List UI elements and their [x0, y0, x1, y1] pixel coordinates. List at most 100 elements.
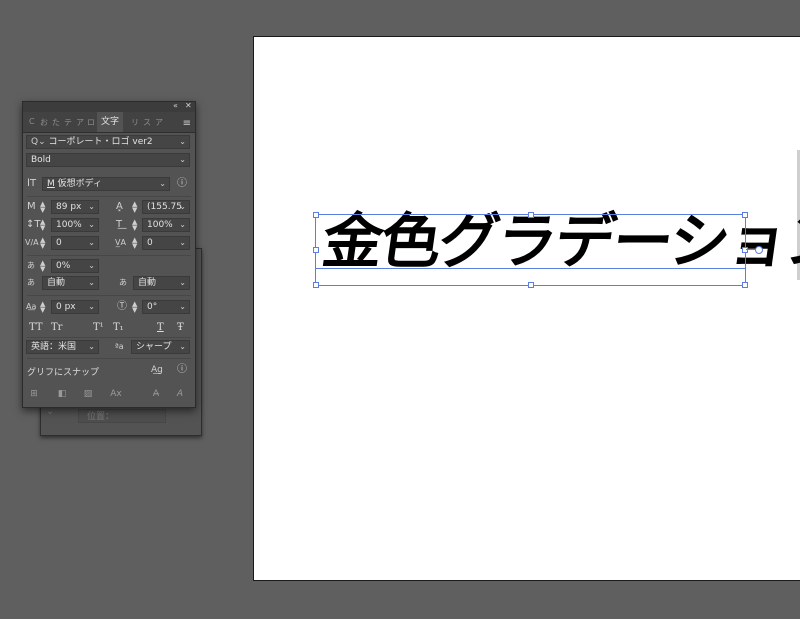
handle-middle-left[interactable] [313, 247, 319, 253]
chevron-down-icon: ⌄ [88, 278, 95, 287]
tab-character[interactable]: 文字 [97, 112, 124, 132]
tracking-icon: V̲A [115, 238, 126, 247]
tracking-stepper-down[interactable]: ▼ [132, 243, 137, 250]
tab-a[interactable]: ア [76, 117, 84, 128]
panel-tabs: C お た テ ア ロ 文字 リ ス ア ≡ [23, 112, 195, 133]
font-size-label-icon: ⵏT [27, 178, 37, 189]
subscript-button[interactable]: T₁ [113, 322, 124, 333]
snap-glyph-icon[interactable]: A͟g [151, 364, 163, 376]
handle-bottom-right[interactable] [742, 282, 748, 288]
horizontal-scale-value: 100% [147, 220, 173, 230]
kerning-input[interactable]: 0 ⌄ [51, 236, 99, 250]
tab-te[interactable]: テ [64, 117, 72, 128]
language-select[interactable]: 英語：米国 ⌄ [26, 340, 99, 354]
chevron-down-icon: ⌄ [88, 202, 95, 211]
indicator-icon: M [47, 179, 55, 189]
tsume-input[interactable]: 0% ⌄ [51, 259, 99, 273]
aki-right-icon: あ [119, 278, 127, 287]
tab-su[interactable]: ス [143, 117, 151, 128]
chevron-down-icon: ⌄ [179, 278, 186, 287]
leading-input[interactable]: (155.75 ⌄ [142, 200, 190, 214]
kerning-value: 0 [56, 238, 62, 248]
handle-middle-right[interactable] [742, 247, 748, 253]
artboard[interactable] [253, 36, 800, 581]
small-caps-button[interactable]: Tr [51, 322, 62, 333]
angle-glyph-button[interactable]: A̶ [149, 388, 163, 400]
vertical-scale-icon: ↕T [26, 219, 41, 230]
rotation-stepper-down[interactable]: ▼ [132, 307, 137, 314]
handle-top-left[interactable] [313, 212, 319, 218]
strikethrough-button[interactable]: Ŧ [177, 322, 184, 333]
baseline-shift-icon: A͟a [26, 302, 37, 311]
aki-right-value: 自動 [138, 278, 157, 288]
text-out-port-line [746, 249, 755, 250]
character-panel: « ✕ C お た テ ア ロ 文字 リ ス ア ≡ Q⌄ コーポレート・ロゴ … [22, 101, 196, 408]
panel-titlebar[interactable]: « ✕ [23, 101, 195, 112]
tab-color[interactable]: C [29, 117, 35, 126]
font-style-value: Bold [31, 155, 51, 165]
position-field[interactable]: 位置： [78, 409, 166, 423]
text-out-port[interactable] [755, 246, 763, 254]
ax-glyph-button[interactable]: Ax [109, 388, 123, 400]
info-icon[interactable]: ⓘ [177, 178, 187, 190]
underline-button[interactable]: T [157, 322, 164, 333]
rotation-icon: Ⓣ [117, 301, 127, 312]
vertical-scale-stepper-down[interactable]: ▼ [40, 225, 45, 232]
font-family-select[interactable]: Q⌄ コーポレート・ロゴ ver2 ⌄ [26, 135, 190, 149]
tab-a2[interactable]: ア [155, 117, 163, 128]
tracking-input[interactable]: 0 ⌄ [142, 236, 190, 250]
align-glyph-button-1[interactable]: ⊞ [27, 388, 41, 400]
baseline-shift-input[interactable]: 0 px ⌄ [51, 300, 99, 314]
language-value: 英語：米国 [31, 342, 77, 352]
collapse-icon[interactable]: « [173, 101, 178, 110]
baseline-shift-value: 0 px [56, 302, 76, 312]
aki-left-select[interactable]: 自動 ⌄ [42, 276, 99, 290]
leading-icon: A͓ [116, 201, 123, 212]
tab-o[interactable]: お [40, 117, 48, 128]
antialias-select[interactable]: シャープ ⌄ [131, 340, 190, 354]
superscript-button[interactable]: T¹ [93, 322, 104, 333]
rotation-input[interactable]: 0° ⌄ [142, 300, 190, 314]
kerning-stepper-down[interactable]: ▼ [40, 243, 45, 250]
horizontal-scale-stepper-down[interactable]: ▼ [132, 225, 137, 232]
rotation-value: 0° [147, 302, 158, 312]
aki-left-value: 自動 [47, 278, 66, 288]
font-size-input[interactable]: 89 px ⌄ [51, 200, 99, 214]
font-family-value: コーポレート・ロゴ ver2 [48, 137, 153, 147]
handle-top-right[interactable] [742, 212, 748, 218]
handle-bottom-center[interactable] [528, 282, 534, 288]
baseline-shift-stepper-down[interactable]: ▼ [40, 307, 45, 314]
tsume-value: 0% [56, 261, 71, 271]
selection-bounding-box[interactable] [315, 214, 746, 286]
align-glyph-button-2[interactable]: ◧ [55, 388, 69, 400]
position-label: 位置： [87, 412, 115, 422]
panel-menu-icon[interactable]: ≡ [183, 118, 191, 129]
italic-glyph-button[interactable]: A [173, 388, 187, 400]
tab-ta[interactable]: た [52, 117, 60, 128]
snap-to-glyph-label: グリフにスナップ [27, 368, 100, 378]
chevron-down-icon: ⌄ [88, 261, 95, 270]
font-style-select[interactable]: Bold ⌄ [26, 153, 190, 167]
chevron-down-icon: ⌄ [179, 202, 186, 211]
horizontal-scale-input[interactable]: 100% ⌄ [142, 218, 190, 232]
snap-info-icon[interactable]: ⓘ [177, 364, 187, 376]
tab-ro[interactable]: ロ [87, 117, 95, 128]
handle-top-center[interactable] [528, 212, 534, 218]
antialias-icon: ªa [115, 342, 124, 351]
divider [27, 358, 191, 359]
leading-stepper-down[interactable]: ▼ [132, 207, 137, 214]
divider [27, 196, 191, 197]
font-size-stepper-down[interactable]: ▼ [40, 207, 45, 214]
chevron-down-icon: ⌄ [179, 220, 186, 229]
divider [27, 295, 191, 296]
all-caps-button[interactable]: TT [29, 322, 43, 333]
image-glyph-button[interactable]: ▨ [81, 388, 95, 400]
vertical-scale-input[interactable]: 100% ⌄ [51, 218, 99, 232]
handle-bottom-left[interactable] [313, 282, 319, 288]
tsume-stepper-down[interactable]: ▼ [40, 266, 45, 273]
font-name-select[interactable]: M 仮想ボディ ⌄ [42, 177, 170, 191]
close-icon[interactable]: ✕ [185, 101, 192, 110]
tab-ri[interactable]: リ [131, 117, 139, 128]
chevron-down-icon: ⌄ [179, 342, 186, 351]
aki-right-select[interactable]: 自動 ⌄ [133, 276, 190, 290]
